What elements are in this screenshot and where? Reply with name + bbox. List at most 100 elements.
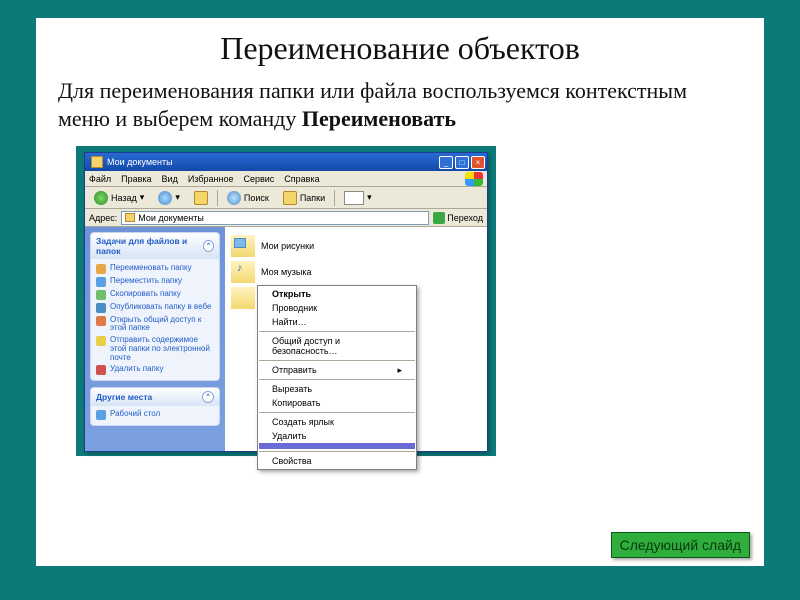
up-button[interactable]	[189, 189, 213, 207]
go-icon	[433, 212, 445, 224]
context-menu-item[interactable]: Проводник	[258, 301, 416, 315]
context-menu-item[interactable]: Отправить	[258, 363, 416, 377]
tasks-panel-header[interactable]: Задачи для файлов и папок ⌃	[91, 233, 219, 259]
window-buttons: _ □ ×	[439, 156, 485, 169]
context-menu-item[interactable]: Создать ярлык	[258, 415, 416, 429]
task-link[interactable]: Опубликовать папку в вебе	[96, 301, 214, 314]
task-link[interactable]: Переместить папку	[96, 275, 214, 288]
folder-icon	[231, 261, 255, 283]
menu-bar: Файл Правка Вид Избранное Сервис Справка	[85, 171, 487, 187]
dropdown-icon: ▾	[367, 192, 372, 203]
back-button[interactable]: Назад▾	[89, 189, 149, 207]
context-menu-item[interactable]: Вырезать	[258, 382, 416, 396]
address-label: Адрес:	[89, 213, 117, 223]
views-icon	[344, 191, 364, 205]
folder-label: Моя музыка	[261, 267, 312, 277]
menu-fav[interactable]: Избранное	[188, 174, 234, 184]
task-icon	[96, 277, 106, 287]
address-input[interactable]: Мои документы	[121, 211, 429, 225]
menu-tools[interactable]: Сервис	[243, 174, 274, 184]
menu-view[interactable]: Вид	[162, 174, 178, 184]
task-link[interactable]: Переименовать папку	[96, 262, 214, 275]
task-icon	[96, 303, 106, 313]
places-panel-header[interactable]: Другие места ⌃	[91, 388, 219, 406]
folder-item[interactable]: Моя музыка	[231, 259, 481, 285]
toolbar: Назад▾ ▾ Поиск Папки ▾	[85, 187, 487, 209]
place-link[interactable]: Рабочий стол	[96, 409, 214, 422]
places-panel-title: Другие места	[96, 392, 152, 402]
dropdown-icon: ▾	[175, 192, 180, 203]
task-link[interactable]: Удалить папку	[96, 364, 214, 377]
task-link[interactable]: Скопировать папку	[96, 288, 214, 301]
views-button[interactable]: ▾	[339, 189, 377, 207]
context-menu-item[interactable]: Удалить	[258, 429, 416, 443]
collapse-icon[interactable]: ⌃	[203, 240, 214, 252]
context-menu-item[interactable]: Найти…	[258, 315, 416, 329]
forward-icon	[158, 191, 172, 205]
task-link[interactable]: Отправить содержимое этой папки по элект…	[96, 335, 214, 364]
task-label: Опубликовать папку в вебе	[110, 303, 211, 312]
maximize-button[interactable]: □	[455, 156, 469, 169]
tasks-panel-body: Переименовать папку Переместить папку Скоп…	[91, 259, 219, 380]
forward-button[interactable]: ▾	[153, 189, 185, 207]
next-slide-button[interactable]: Следующий слайд	[611, 532, 750, 558]
task-icon	[96, 264, 106, 274]
separator	[217, 190, 218, 206]
menu-help[interactable]: Справка	[284, 174, 319, 184]
menu-separator	[259, 331, 415, 332]
task-label: Переместить папку	[110, 277, 182, 286]
body-bold: Переименовать	[302, 106, 456, 131]
menu-edit[interactable]: Правка	[121, 174, 151, 184]
slide-title: Переименование объектов	[36, 18, 764, 73]
tasks-panel-title: Задачи для файлов и папок	[96, 236, 203, 256]
task-icon	[96, 290, 106, 300]
folders-label: Папки	[300, 193, 325, 203]
search-label: Поиск	[244, 193, 269, 203]
context-menu-item[interactable]	[259, 443, 415, 449]
folder-icon	[91, 156, 103, 168]
context-menu-item[interactable]: Открыть	[258, 287, 416, 301]
menu-file[interactable]: Файл	[89, 174, 111, 184]
close-button[interactable]: ×	[471, 156, 485, 169]
slide-body: Для переименования папки или файла воспо…	[36, 73, 764, 142]
place-label: Рабочий стол	[110, 410, 160, 419]
window-titlebar[interactable]: Мои документы _ □ ×	[85, 153, 487, 171]
folder-item[interactable]: Мои рисунки	[231, 233, 481, 259]
folders-button[interactable]: Папки	[278, 189, 330, 207]
tasks-panel: Задачи для файлов и папок ⌃ Переименоват…	[90, 232, 220, 381]
up-icon	[194, 191, 208, 205]
task-icon	[96, 316, 106, 326]
back-label: Назад	[111, 193, 137, 203]
place-icon	[96, 410, 106, 420]
tasks-pane: Задачи для файлов и папок ⌃ Переименоват…	[85, 227, 225, 451]
task-icon	[96, 336, 106, 346]
search-icon	[227, 191, 241, 205]
task-icon	[96, 365, 106, 375]
folders-icon	[283, 191, 297, 205]
back-icon	[94, 191, 108, 205]
search-button[interactable]: Поиск	[222, 189, 274, 207]
task-label: Открыть общий доступ к этой папке	[110, 316, 214, 334]
context-menu-item[interactable]: Свойства	[258, 454, 416, 468]
places-panel: Другие места ⌃ Рабочий стол	[90, 387, 220, 426]
minimize-button[interactable]: _	[439, 156, 453, 169]
task-label: Отправить содержимое этой папки по элект…	[110, 336, 214, 362]
task-label: Скопировать папку	[110, 290, 181, 299]
address-value: Мои документы	[138, 213, 204, 223]
folder-icon	[231, 235, 255, 257]
collapse-icon[interactable]: ⌃	[202, 391, 214, 403]
task-link[interactable]: Открыть общий доступ к этой папке	[96, 314, 214, 335]
menu-separator	[259, 360, 415, 361]
menu-separator	[259, 412, 415, 413]
screenshot-container: Мои документы _ □ × Файл Правка Вид Избр…	[76, 146, 496, 456]
context-menu-item[interactable]: Копировать	[258, 396, 416, 410]
task-label: Удалить папку	[110, 365, 163, 374]
go-label: Переход	[447, 213, 483, 223]
context-menu-item[interactable]: Общий доступ и безопасность…	[258, 334, 416, 358]
windows-logo-icon	[465, 172, 483, 186]
folder-icon	[231, 287, 255, 309]
go-button[interactable]: Переход	[433, 212, 483, 224]
context-menu[interactable]: ОткрытьПроводникНайти… Общий доступ и без…	[257, 285, 417, 470]
separator	[334, 190, 335, 206]
address-bar: Адрес: Мои документы Переход	[85, 209, 487, 227]
